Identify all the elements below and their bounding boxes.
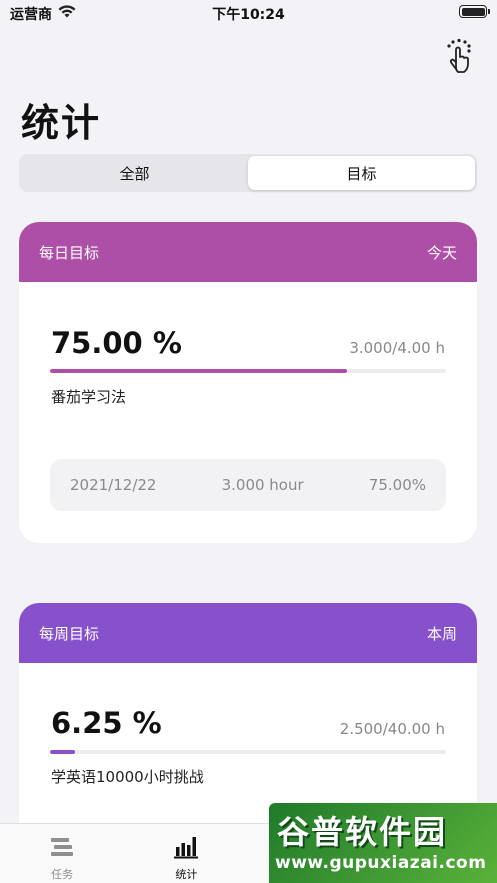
segment-all[interactable]: 全部 xyxy=(21,156,248,190)
progress-track xyxy=(50,369,446,373)
progress-track xyxy=(50,750,446,754)
record-duration: 3.000 hour xyxy=(221,476,304,494)
watermark-url: www.gupuxiazai.com xyxy=(275,853,487,873)
segment-goals[interactable]: 目标 xyxy=(248,156,475,190)
record-date: 2021/12/22 xyxy=(70,476,157,494)
goal-ratio: 3.000/4.00 h xyxy=(349,339,445,357)
progress-fill xyxy=(50,369,347,373)
card-header-title: 每周目标 xyxy=(39,624,100,643)
record-row[interactable]: 2021/12/22 3.000 hour 75.00% xyxy=(50,459,446,511)
segmented-control: 全部 目标 xyxy=(19,154,477,192)
card-period: 今天 xyxy=(426,243,457,262)
card-header: 每周目标 本周 xyxy=(19,603,477,663)
goal-name: 学英语10000小时挑战 xyxy=(51,768,204,786)
card-header-title: 每日目标 xyxy=(39,243,100,262)
card-header: 每日目标 今天 xyxy=(19,222,477,282)
tab-tasks-label: 任务 xyxy=(51,868,74,881)
hand-tap-icon[interactable] xyxy=(445,38,475,74)
card-period: 本周 xyxy=(426,624,457,643)
tab-tasks[interactable]: 任务 xyxy=(0,824,124,883)
goal-name: 番茄学习法 xyxy=(51,388,127,406)
list-icon xyxy=(51,838,74,856)
goal-ratio: 2.500/40.00 h xyxy=(339,720,445,738)
tab-stats-label: 统计 xyxy=(175,868,198,881)
goal-percent: 75.00 % xyxy=(51,326,182,360)
watermark-logo: 谷普软件园 www.gupuxiazai.com xyxy=(269,803,497,883)
battery-icon xyxy=(459,5,490,18)
status-bar: 运营商 下午10:24 xyxy=(0,0,497,26)
tab-stats[interactable]: 统计 xyxy=(124,824,248,883)
bar-chart-icon xyxy=(174,837,199,859)
goal-percent: 6.25 % xyxy=(51,706,162,740)
page-title: 统计 xyxy=(21,101,102,145)
record-percent: 75.00% xyxy=(368,476,426,494)
daily-goal-card[interactable]: 每日目标 今天 75.00 % 3.000/4.00 h 番茄学习法 2021/… xyxy=(19,222,477,543)
watermark-title: 谷普软件园 xyxy=(277,813,448,851)
clock-label: 下午10:24 xyxy=(212,7,285,23)
progress-fill xyxy=(50,750,75,754)
